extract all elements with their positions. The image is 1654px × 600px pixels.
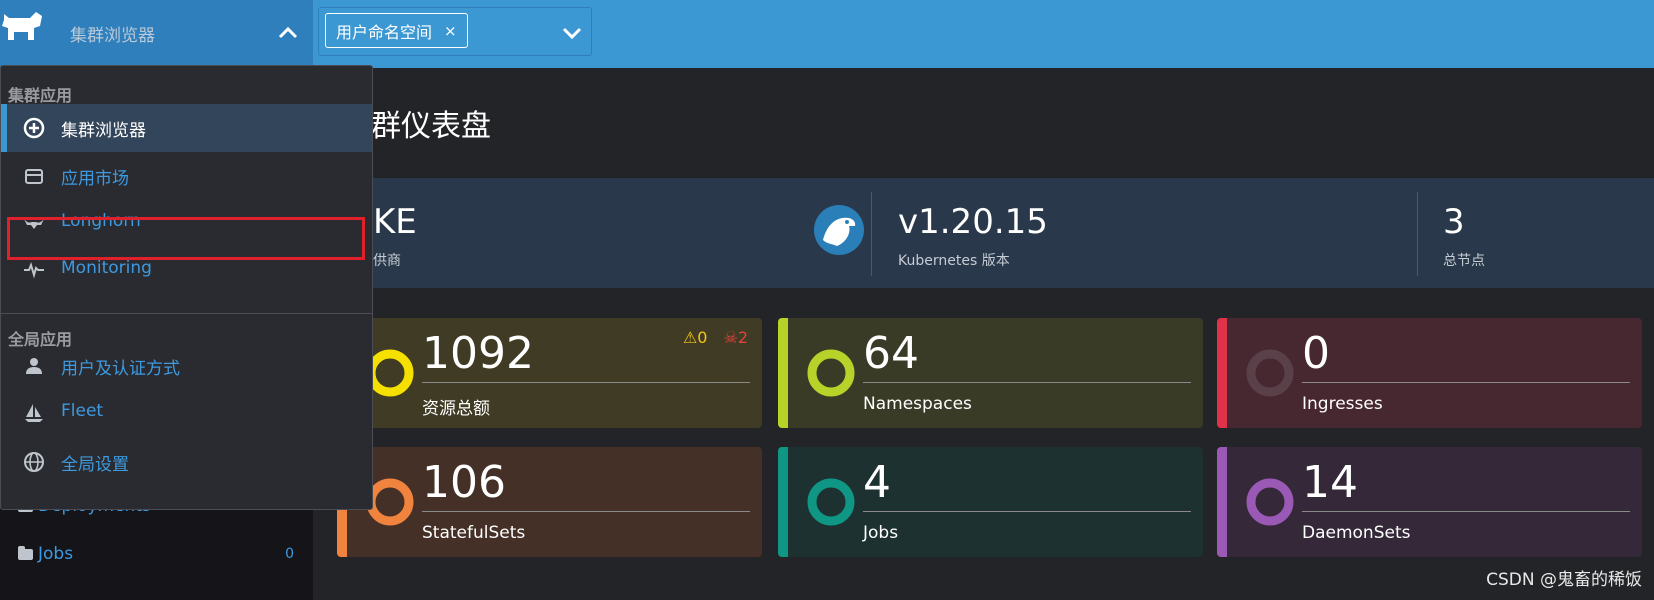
statefulsets-card[interactable]: 106 StatefulSets bbox=[337, 447, 762, 557]
card-divider bbox=[1302, 511, 1630, 512]
app-title: 集群浏览器 bbox=[70, 26, 155, 46]
menu-item-app-market[interactable]: 应用市场 bbox=[1, 152, 372, 200]
menu-item-fleet[interactable]: Fleet bbox=[1, 389, 372, 437]
provider-value: KE bbox=[373, 202, 417, 242]
sidebar-item-jobs[interactable]: Jobs 0 bbox=[18, 542, 294, 566]
ring-icon bbox=[807, 478, 855, 526]
ring-icon bbox=[807, 349, 855, 397]
card-divider bbox=[1302, 382, 1630, 383]
k8s-version-value: v1.20.15 bbox=[898, 202, 1048, 242]
card-accent-bar bbox=[1217, 447, 1227, 557]
provider-label: 供商 bbox=[373, 253, 401, 269]
error-count-badge[interactable]: ☠2 bbox=[723, 328, 748, 347]
card-label: 资源总额 bbox=[422, 399, 490, 419]
annotation-highlight-box bbox=[7, 217, 365, 260]
provider-info: KE 供商 bbox=[313, 178, 864, 288]
kubernetes-distro-logo-icon bbox=[814, 205, 864, 255]
jobs-card[interactable]: 4 Jobs bbox=[778, 447, 1203, 557]
store-icon bbox=[25, 169, 43, 184]
card-label: DaemonSets bbox=[1302, 523, 1411, 543]
ingresses-card[interactable]: 0 Ingresses bbox=[1217, 318, 1642, 428]
card-divider bbox=[863, 382, 1191, 383]
card-label: Namespaces bbox=[863, 394, 972, 414]
card-value: 0 bbox=[1302, 328, 1330, 379]
menu-item-label: Fleet bbox=[61, 401, 104, 421]
divider bbox=[871, 192, 872, 276]
cluster-info-banner: KE 供商 v1.20.15 Kubernetes 版本 3 总节点 bbox=[313, 178, 1654, 288]
k8s-version-label: Kubernetes 版本 bbox=[898, 253, 1010, 269]
card-divider bbox=[863, 511, 1191, 512]
card-value: 14 bbox=[1302, 457, 1358, 508]
card-value: 106 bbox=[422, 457, 506, 508]
card-value: 4 bbox=[863, 457, 891, 508]
divider bbox=[1417, 192, 1418, 276]
menu-item-label: Monitoring bbox=[61, 258, 152, 278]
menu-item-global-settings[interactable]: 全局设置 bbox=[1, 438, 372, 486]
sidebar-item-label: Jobs bbox=[38, 544, 74, 564]
k8s-version-info: v1.20.15 Kubernetes 版本 bbox=[898, 178, 1398, 288]
daemonsets-card[interactable]: 14 DaemonSets bbox=[1217, 447, 1642, 557]
menu-item-label: 全局设置 bbox=[61, 455, 129, 475]
menu-item-label: 集群浏览器 bbox=[61, 121, 146, 141]
ring-icon bbox=[1246, 478, 1294, 526]
close-icon[interactable]: × bbox=[444, 22, 457, 40]
node-count-info: 3 总节点 bbox=[1443, 178, 1643, 288]
compass-icon bbox=[23, 117, 45, 139]
namespace-filter-select[interactable]: 用户命名空间 × bbox=[318, 7, 592, 56]
card-alerts: ⚠0 ☠2 bbox=[683, 328, 748, 347]
chevron-up-icon[interactable] bbox=[276, 22, 300, 44]
resource-total-card[interactable]: 1092 资源总额 ⚠0 ☠2 bbox=[337, 318, 762, 428]
user-icon bbox=[26, 358, 42, 374]
card-accent-bar bbox=[1217, 318, 1227, 428]
node-count-value: 3 bbox=[1443, 202, 1465, 242]
card-divider bbox=[422, 511, 750, 512]
watermark: CSDN @鬼畜的稀饭 bbox=[1486, 570, 1642, 590]
node-count-label: 总节点 bbox=[1443, 253, 1485, 269]
card-label: Ingresses bbox=[1302, 394, 1383, 414]
page-title: 群仪表盘 bbox=[371, 109, 491, 144]
top-header: 集群浏览器 用户命名空间 × bbox=[0, 0, 1654, 68]
menu-section-cluster-apps: 集群应用 bbox=[8, 86, 73, 105]
card-value: 1092 bbox=[422, 328, 534, 379]
warning-count-badge[interactable]: ⚠0 bbox=[683, 328, 708, 347]
folder-icon bbox=[18, 545, 33, 560]
pulse-icon bbox=[24, 261, 44, 279]
sailboat-icon bbox=[25, 404, 43, 422]
menu-item-label: 应用市场 bbox=[61, 169, 129, 189]
chevron-down-icon[interactable] bbox=[560, 22, 584, 44]
namespaces-card[interactable]: 64 Namespaces bbox=[778, 318, 1203, 428]
menu-item-cluster-explorer[interactable]: 集群浏览器 bbox=[1, 104, 372, 152]
card-label: StatefulSets bbox=[422, 523, 526, 543]
menu-divider bbox=[1, 313, 372, 314]
rancher-logo-icon bbox=[2, 12, 42, 40]
namespace-chip-label: 用户命名空间 bbox=[336, 22, 433, 42]
namespace-chip[interactable]: 用户命名空间 × bbox=[325, 13, 468, 48]
sidebar-item-count: 0 bbox=[285, 546, 294, 562]
menu-item-users-auth[interactable]: 用户及认证方式 bbox=[1, 342, 372, 390]
card-accent-bar bbox=[778, 447, 788, 557]
card-label: Jobs bbox=[863, 523, 899, 543]
app-switcher-menu: 集群应用 集群浏览器 应用市场 Longhorn Monitoring 全局应用 bbox=[0, 65, 373, 510]
header-brand-area[interactable]: 集群浏览器 bbox=[0, 0, 313, 68]
menu-item-label: 用户及认证方式 bbox=[61, 359, 180, 379]
card-divider bbox=[422, 382, 750, 383]
card-value: 64 bbox=[863, 328, 919, 379]
ring-icon bbox=[1246, 349, 1294, 397]
active-indicator bbox=[1, 104, 7, 152]
globe-icon bbox=[24, 452, 44, 472]
card-accent-bar bbox=[778, 318, 788, 428]
